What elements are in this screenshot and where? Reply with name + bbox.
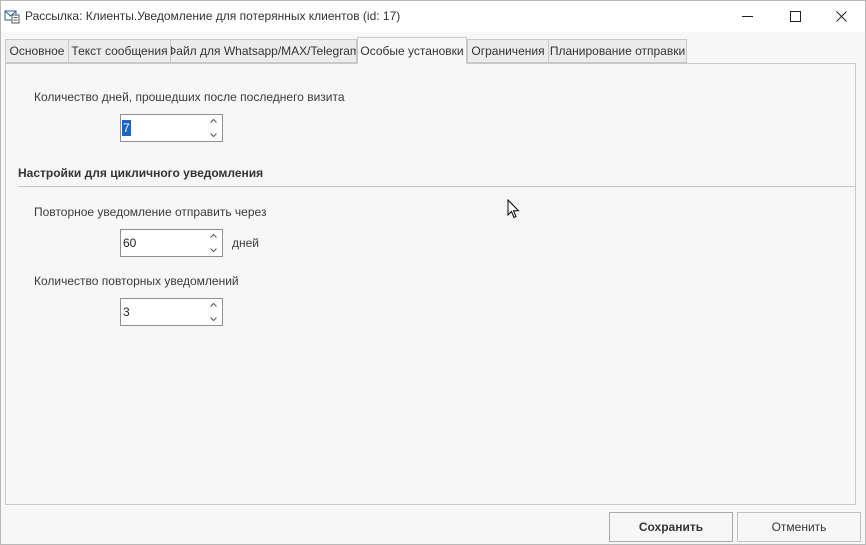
spin-down-icon[interactable] — [209, 132, 218, 138]
mail-document-icon — [4, 10, 20, 24]
repeat-after-label: Повторное уведомление отправить через — [34, 205, 267, 219]
repeat-count-spinner[interactable]: 3 — [120, 298, 223, 326]
mouse-pointer-icon — [507, 199, 520, 219]
cancel-button[interactable]: Отменить — [737, 512, 861, 542]
repeat-count-value[interactable]: 3 — [122, 304, 131, 320]
window-title: Рассылка: Клиенты.Уведомление для потеря… — [25, 9, 401, 23]
tab-send-scheduling[interactable]: Планирование отправки — [548, 39, 687, 63]
cyclic-settings-title: Настройки для цикличного уведомления — [18, 166, 264, 180]
special-settings-page: Количество дней, прошедших после последн… — [5, 63, 856, 505]
spin-up-icon[interactable] — [209, 118, 218, 124]
minimize-button[interactable] — [724, 1, 770, 31]
dialog-window: Рассылка: Клиенты.Уведомление для потеря… — [0, 0, 866, 545]
tab-file-messengers[interactable]: Файл для Whatsapp/MAX/Telegram — [170, 39, 357, 63]
days-since-visit-spinner[interactable]: 7 — [120, 114, 223, 142]
tab-restrictions[interactable]: Ограничения — [467, 39, 549, 63]
tab-main[interactable]: Основное — [5, 39, 69, 63]
title-bar[interactable]: Рассылка: Клиенты.Уведомление для потеря… — [1, 1, 865, 32]
repeat-after-value[interactable]: 60 — [122, 235, 137, 251]
section-divider — [18, 186, 856, 187]
repeat-count-label: Количество повторных уведомлений — [34, 274, 239, 288]
tab-strip: Основное Текст сообщения Файл для Whatsa… — [1, 37, 865, 65]
days-since-visit-value[interactable]: 7 — [122, 120, 131, 136]
minimize-icon — [741, 15, 753, 17]
tab-special-settings[interactable]: Особые установки — [357, 37, 467, 65]
spin-up-icon[interactable] — [209, 233, 218, 239]
maximize-button[interactable] — [772, 1, 818, 31]
spin-down-icon[interactable] — [209, 316, 218, 322]
tab-message-text[interactable]: Текст сообщения — [68, 39, 171, 63]
days-since-visit-label: Количество дней, прошедших после последн… — [34, 90, 345, 104]
close-button[interactable] — [818, 1, 864, 31]
spin-up-icon[interactable] — [209, 302, 218, 308]
repeat-after-unit: дней — [232, 236, 260, 250]
spin-down-icon[interactable] — [209, 247, 218, 253]
close-icon — [835, 10, 847, 22]
repeat-after-spinner[interactable]: 60 — [120, 229, 223, 257]
save-button[interactable]: Сохранить — [609, 512, 733, 542]
maximize-icon — [789, 10, 801, 22]
